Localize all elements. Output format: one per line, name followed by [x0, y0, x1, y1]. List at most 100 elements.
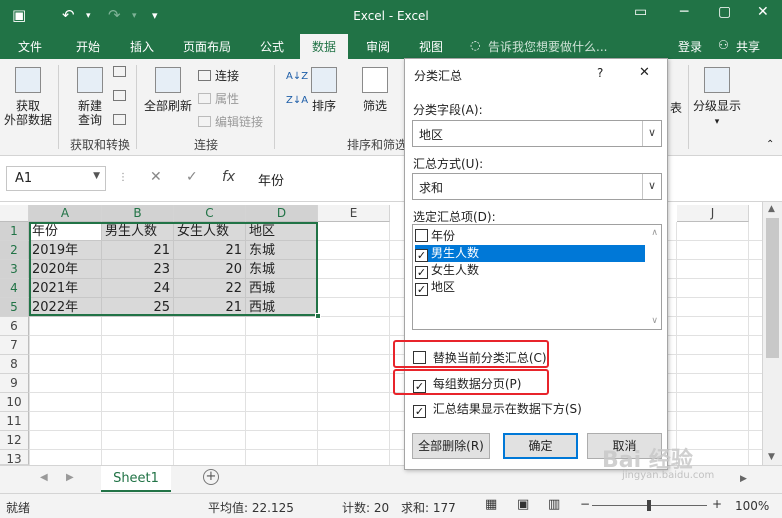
filter-button[interactable]: 筛选 [358, 67, 392, 113]
scroll-thumb[interactable] [766, 218, 779, 358]
close-window-icon[interactable]: ✕ [757, 4, 769, 20]
sort-button[interactable]: 排序 [308, 67, 340, 113]
row-header[interactable]: 5 [0, 298, 29, 317]
hscroll-right-icon[interactable]: ▶ [740, 474, 747, 484]
tell-me-box[interactable]: 告诉我您想要做什么... [488, 38, 607, 55]
field-checkbox[interactable]: ✓ [415, 283, 428, 296]
edit-links-icon [198, 116, 211, 127]
scroll-down-icon[interactable]: ▼ [768, 452, 775, 462]
summary-below-checkbox[interactable]: ✓ [413, 405, 426, 418]
confirm-entry-icon[interactable]: ✓ [186, 169, 198, 185]
empty-cells[interactable] [318, 222, 404, 317]
zoom-out-icon[interactable]: − [580, 497, 590, 511]
maximize-icon[interactable]: ▢ [718, 4, 731, 20]
sort-ascending-icon[interactable]: A↓Z [286, 71, 308, 82]
dialog-close-button[interactable]: ✕ [639, 65, 650, 80]
page-break-view-icon[interactable]: ▥ [548, 497, 560, 512]
ok-button[interactable]: 确定 [503, 433, 578, 459]
tab-page-layout[interactable]: 页面布局 [183, 38, 231, 55]
sheet-scroll-left-icon[interactable]: ◀ [40, 472, 48, 483]
empty-cells[interactable] [29, 317, 404, 465]
row-header[interactable]: 8 [0, 355, 29, 374]
column-header[interactable]: A [29, 205, 102, 222]
annotation-box [393, 369, 549, 395]
tab-home[interactable]: 开始 [76, 38, 100, 55]
row-header[interactable]: 3 [0, 260, 29, 279]
minimize-icon[interactable]: ─ [680, 4, 688, 20]
recent-sources-icon[interactable] [113, 113, 130, 127]
outline-button[interactable]: 分级显示 ▾ [692, 67, 742, 129]
column-header[interactable]: C [174, 205, 246, 222]
list-item[interactable]: ✓ 男生人数 [415, 245, 645, 262]
tab-formulas[interactable]: 公式 [260, 38, 284, 55]
fill-handle[interactable] [315, 313, 321, 319]
hscroll-right-area[interactable]: ▶ [740, 470, 760, 486]
column-header[interactable]: J [677, 205, 749, 222]
name-box-dropdown-icon[interactable]: ▼ [93, 171, 100, 181]
annotation-box [393, 340, 549, 368]
list-item[interactable]: ✓ 女生人数 [415, 262, 645, 279]
window-title: Excel - Excel [353, 9, 429, 23]
column-header[interactable]: B [102, 205, 174, 222]
tab-data[interactable]: 数据 [300, 34, 349, 59]
zoom-in-icon[interactable]: + [712, 497, 722, 511]
remove-all-button[interactable]: 全部删除(R) [412, 433, 490, 459]
list-item[interactable]: 年份 [415, 228, 645, 245]
tab-review[interactable]: 审阅 [366, 38, 390, 55]
row-header[interactable]: 4 [0, 279, 29, 298]
tab-insert[interactable]: 插入 [130, 38, 154, 55]
cancel-entry-icon[interactable]: ✕ [150, 169, 162, 185]
row-header[interactable]: 9 [0, 374, 29, 393]
zoom-level[interactable]: 100% [735, 499, 769, 513]
row-header[interactable]: 1 [0, 222, 29, 241]
add-sheet-icon[interactable]: + [203, 469, 219, 485]
row-header[interactable]: 12 [0, 431, 29, 450]
tab-view[interactable]: 视图 [419, 38, 443, 55]
chevron-down-icon[interactable]: ∨ [642, 174, 661, 199]
new-query-button[interactable]: 新建 查询 [70, 67, 110, 127]
sign-in-link[interactable]: 登录 [678, 38, 702, 55]
list-scroll-down-icon[interactable]: ∨ [651, 316, 658, 326]
list-scroll-up-icon[interactable]: ∧ [651, 228, 658, 238]
row-header[interactable]: 11 [0, 412, 29, 431]
collapse-ribbon-icon[interactable]: ⌃ [766, 139, 774, 150]
sort-descending-icon[interactable]: Z↓A [286, 95, 308, 106]
sheet-scroll-right-icon[interactable]: ▶ [66, 472, 74, 483]
insert-function-icon[interactable]: fx [222, 169, 235, 185]
normal-view-icon[interactable]: ▦ [485, 497, 497, 512]
name-box[interactable]: A1 ▼ [6, 166, 106, 191]
formula-input[interactable]: 年份 [258, 170, 284, 189]
field-checkbox[interactable]: ✓ [415, 249, 428, 262]
empty-cells[interactable] [668, 222, 762, 465]
list-item[interactable]: ✓ 地区 [415, 279, 645, 296]
ribbon-display-options-icon[interactable]: ▭ [634, 4, 647, 20]
row-header[interactable]: 13 [0, 450, 29, 466]
dialog-help-button[interactable]: ? [597, 66, 603, 80]
group-by-select[interactable]: 地区 ∨ [412, 120, 662, 147]
row-header[interactable]: 2 [0, 241, 29, 260]
row-header[interactable]: 10 [0, 393, 29, 412]
from-table-icon[interactable] [113, 89, 130, 103]
page-layout-view-icon[interactable]: ▣ [517, 497, 529, 512]
row-header[interactable]: 6 [0, 317, 29, 336]
column-header[interactable]: D [246, 205, 318, 222]
row-header[interactable]: 7 [0, 336, 29, 355]
chevron-down-icon[interactable]: ∨ [642, 121, 661, 146]
scroll-up-icon[interactable]: ▲ [768, 204, 775, 214]
tab-file[interactable]: 文件 [18, 38, 42, 55]
vertical-scrollbar[interactable]: ▲ ▼ [762, 202, 782, 465]
select-all-corner[interactable] [0, 205, 29, 222]
field-checkbox[interactable] [415, 229, 428, 242]
refresh-all-button[interactable]: 全部刷新 [141, 67, 195, 113]
share-button[interactable]: 共享 [736, 38, 760, 55]
connections-button[interactable]: 连接 [198, 67, 239, 84]
column-header[interactable]: E [318, 205, 390, 222]
function-select[interactable]: 求和 ∨ [412, 173, 662, 200]
show-queries-icon[interactable] [113, 65, 130, 79]
sheet-tab-sheet1[interactable]: Sheet1 [101, 466, 171, 492]
get-external-data-button[interactable]: 获取 外部数据 [4, 67, 52, 127]
zoom-slider-thumb[interactable] [647, 500, 651, 511]
summary-below-option[interactable]: ✓ 汇总结果显示在数据下方(S) [413, 400, 582, 418]
field-checkbox[interactable]: ✓ [415, 266, 428, 279]
subtotal-fields-list[interactable]: 年份 ✓ 男生人数 ✓ 女生人数 ✓ 地区 ∧ ∨ [412, 224, 662, 330]
